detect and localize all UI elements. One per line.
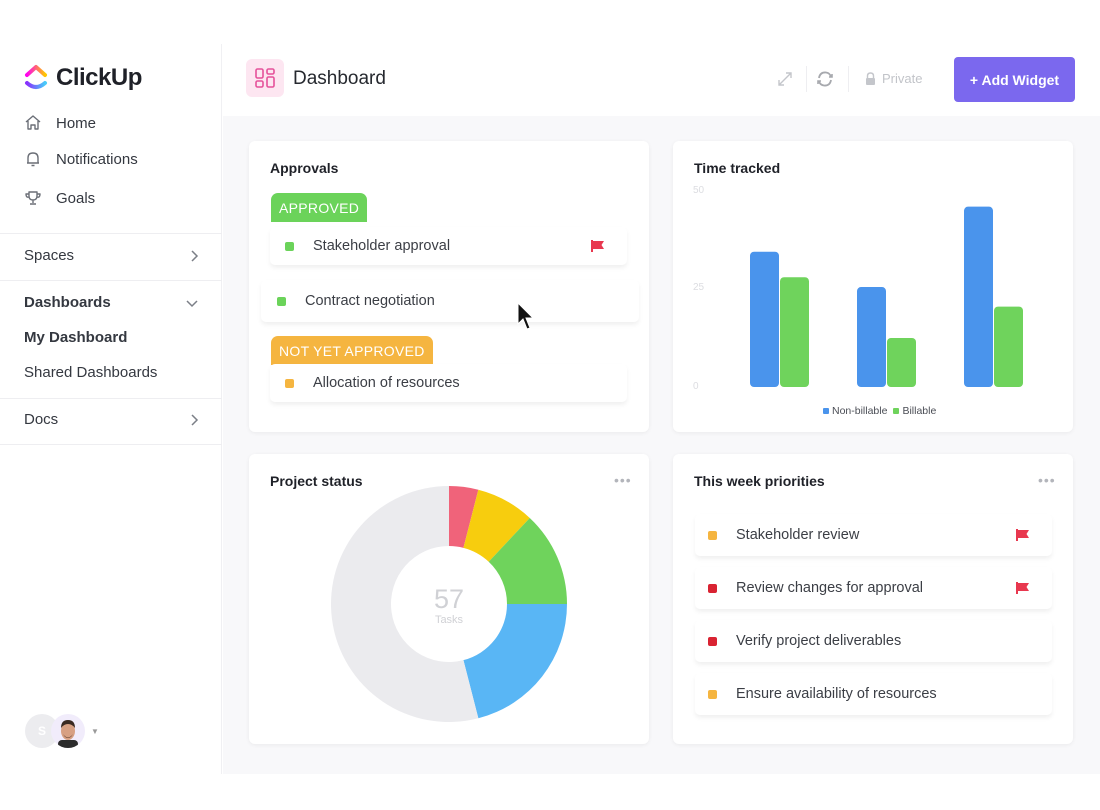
header: Dashboard Private + Add Widget <box>223 44 1100 116</box>
dashboard-icon <box>246 59 284 97</box>
bar-billable-2[interactable] <box>887 338 916 387</box>
divider <box>0 280 222 281</box>
clickup-logo[interactable]: ClickUp <box>24 64 142 92</box>
legend-label: Non-billable <box>832 405 888 417</box>
sidebar-item-label: Docs <box>24 411 59 428</box>
bar-billable-3[interactable] <box>994 306 1023 387</box>
task-name: Stakeholder review <box>736 527 860 543</box>
priority-row[interactable]: Verify project deliverables <box>695 620 1052 662</box>
sidebar-item-docs[interactable]: Docs <box>24 411 199 428</box>
priorities-widget: This week priorities ••• Stakeholder rev… <box>673 454 1073 744</box>
task-row[interactable]: Contract negotiation <box>261 280 639 322</box>
sidebar-item-label: Goals <box>56 189 96 207</box>
chevron-right-icon <box>191 413 199 426</box>
legend-item: Non-billable <box>823 405 887 417</box>
privacy-label: Private <box>882 71 923 86</box>
bar-billable-1[interactable] <box>780 277 809 387</box>
time-tracked-bar-chart <box>750 206 1023 387</box>
divider <box>0 398 222 399</box>
divider <box>0 233 222 234</box>
refresh-icon[interactable] <box>815 69 835 89</box>
sidebar-item-dashboards[interactable]: Dashboards <box>24 294 199 311</box>
bar-non-billable-2[interactable] <box>857 287 886 387</box>
user-menu[interactable]: S ▼ <box>25 714 99 748</box>
bar-non-billable-3[interactable] <box>964 206 993 387</box>
donut-center-value: 57 <box>433 584 465 614</box>
sidebar-item-home[interactable]: Home <box>24 114 96 132</box>
flag-icon[interactable] <box>1016 582 1030 594</box>
more-options-icon[interactable]: ••• <box>1038 473 1056 487</box>
sidebar-item-label: Spaces <box>24 247 75 264</box>
sidebar-item-label: Home <box>56 114 97 132</box>
app-name: ClickUp <box>56 64 142 91</box>
divider <box>0 444 222 445</box>
time-tracked-widget: Time tracked 50 25 0 Non-billable Billab… <box>673 141 1073 432</box>
divider <box>806 66 807 92</box>
sidebar-item-shared-dashboards[interactable]: Shared Dashboards <box>24 364 157 381</box>
sidebar-item-spaces[interactable]: Spaces <box>24 247 199 264</box>
sidebar-item-label: Notifications <box>56 150 138 168</box>
expand-icon[interactable] <box>775 69 795 89</box>
chevron-down-icon <box>186 299 198 307</box>
chevron-right-icon <box>191 249 199 262</box>
page-title: Dashboard <box>293 68 386 89</box>
task-name: Verify project deliverables <box>736 633 902 649</box>
task-name: Stakeholder approval <box>313 238 451 254</box>
priority-row[interactable]: Ensure availability of resources <box>695 673 1052 715</box>
task-name: Ensure availability of resources <box>736 686 937 702</box>
sidebar-item-goals[interactable]: Goals <box>24 189 95 207</box>
bell-icon <box>27 152 39 167</box>
approvals-widget: Approvals APPROVED Stakeholder approval … <box>249 141 649 432</box>
status-square-icon <box>277 296 286 306</box>
user-avatar[interactable] <box>51 714 85 748</box>
sidebar-item-notifications[interactable]: Notifications <box>24 150 138 168</box>
privacy-toggle[interactable]: Private <box>865 71 922 86</box>
clickup-logo-icon <box>25 65 47 89</box>
legend-swatch <box>823 408 829 414</box>
chart-legend: Non-billable Billable <box>823 405 936 417</box>
divider <box>848 66 849 92</box>
bar-non-billable-1[interactable] <box>750 251 779 387</box>
status-square-icon <box>285 241 294 251</box>
legend-label: Billable <box>902 405 937 417</box>
widget-title: This week priorities <box>694 473 825 489</box>
task-name: Allocation of resources <box>313 375 460 391</box>
status-badge-not-approved: NOT YET APPROVED <box>271 336 433 365</box>
legend-item: Billable <box>893 405 936 417</box>
sidebar-item-my-dashboard[interactable]: My Dashboard <box>24 329 127 346</box>
priority-row[interactable]: Stakeholder review <box>695 514 1052 556</box>
flag-icon[interactable] <box>591 240 605 252</box>
status-square-icon <box>708 636 717 646</box>
task-name: Contract negotiation <box>305 293 435 309</box>
widget-title: Approvals <box>270 160 339 176</box>
task-row[interactable]: Allocation of resources <box>270 364 627 402</box>
lock-icon <box>866 72 875 85</box>
home-icon <box>25 115 41 130</box>
user-photo-icon <box>58 720 78 748</box>
trophy-icon <box>25 191 41 205</box>
more-options-icon[interactable]: ••• <box>614 473 632 487</box>
sidebar: ClickUp Home Notifications Goals Spaces … <box>0 44 222 774</box>
status-square-icon <box>708 583 717 593</box>
legend-swatch <box>893 408 900 414</box>
project-status-widget: Project status ••• 57 Tasks <box>249 454 649 744</box>
status-square-icon <box>708 530 717 540</box>
add-widget-button[interactable]: + Add Widget <box>954 57 1075 102</box>
mouse-cursor-icon <box>517 302 535 330</box>
status-badge-approved: APPROVED <box>271 193 368 222</box>
caret-down-icon[interactable]: ▼ <box>91 727 99 736</box>
flag-icon[interactable] <box>1016 529 1030 541</box>
task-row[interactable]: Stakeholder approval <box>270 227 627 265</box>
priority-row[interactable]: Review changes for approval <box>695 567 1052 609</box>
main-content: Dashboard Private + Add Widget Approvals… <box>223 44 1100 774</box>
status-square-icon <box>285 378 294 388</box>
task-name: Review changes for approval <box>736 580 923 596</box>
donut-center-label: Tasks <box>434 614 464 626</box>
status-square-icon <box>708 689 717 699</box>
sidebar-item-label: Dashboards <box>24 294 111 311</box>
